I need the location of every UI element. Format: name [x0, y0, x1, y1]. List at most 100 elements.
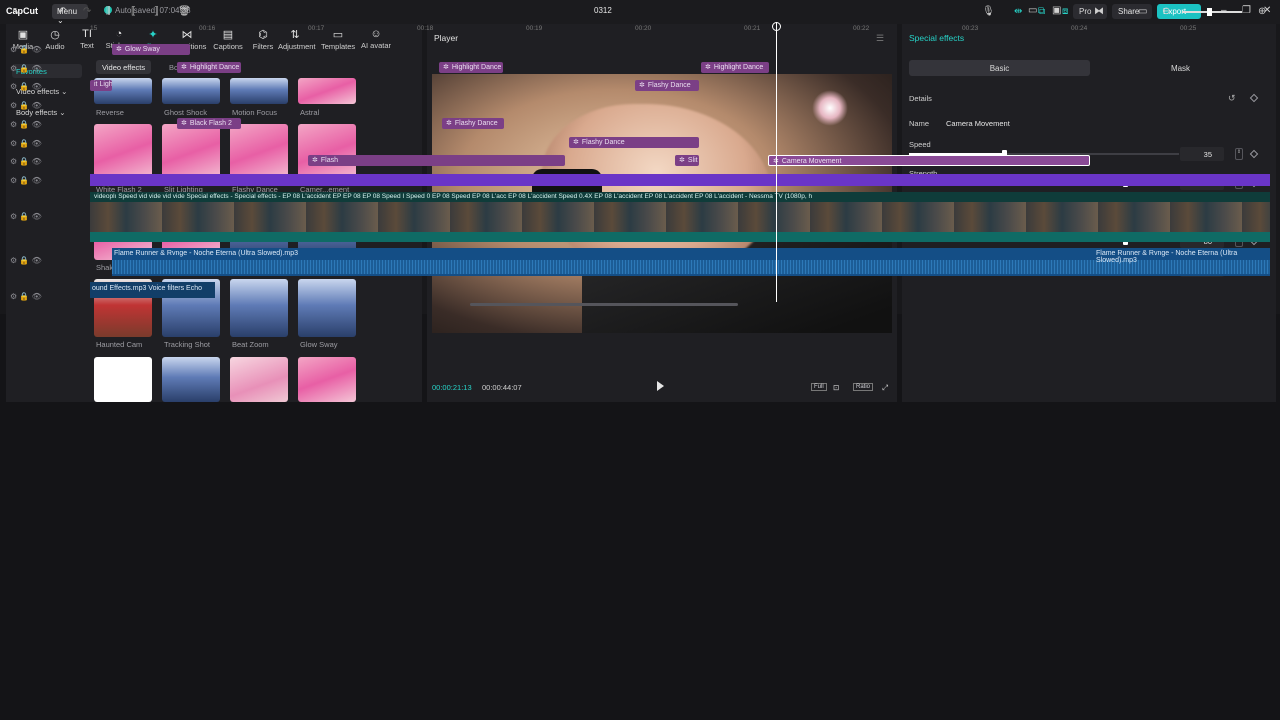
main-video-track[interactable]: videoplı Speed vid vide vid vide Special… [90, 192, 1270, 242]
track-control-icons[interactable]: ⚙ 🔒 👁 [10, 157, 42, 166]
effect-thumbnail[interactable] [94, 357, 152, 402]
ruler-tick: 00:23 [962, 25, 979, 32]
track-control-icons[interactable]: ⚙ 🔒 👁 [10, 45, 42, 54]
effect-clip[interactable]: it Ligh [90, 80, 112, 91]
playhead[interactable] [772, 22, 781, 302]
effect-thumbnail[interactable]: Ghost Shock [162, 78, 220, 117]
caption-icon[interactable]: ▭ [1138, 6, 1147, 17]
ruler-tick: 00:18 [417, 25, 434, 32]
tool-label: Text [80, 41, 94, 50]
track-control-icons[interactable]: ⚙ 🔒 👁 [10, 64, 42, 73]
tool-label: Captions [213, 42, 243, 51]
stepper-icon[interactable]: ⇕ [1235, 148, 1243, 160]
time-ruler[interactable]: 15 00:16 00:17 00:18 00:19 00:20 00:21 00:22 00:… [90, 22, 1280, 34]
details-heading: Details [909, 94, 932, 103]
ruler-tick: 00:24 [1071, 25, 1088, 32]
fullscreen-icon[interactable]: ⤢ [882, 383, 888, 393]
delete-icon[interactable]: 🗑 [178, 6, 191, 17]
ruler-tick: 00:17 [308, 25, 325, 32]
play-button[interactable] [657, 381, 664, 391]
effect-thumbnail[interactable]: Glow Sway [298, 279, 356, 349]
mic-icon[interactable]: 🎙 [982, 6, 995, 17]
effect-clip[interactable]: ✲ Highlight Dance [701, 62, 769, 73]
tab-video-effects[interactable]: Video effects [96, 60, 152, 74]
keyframe-icon[interactable] [1249, 149, 1259, 159]
track-control-icons[interactable]: ⚙ 🔒 👁 [10, 82, 42, 91]
effect-clip[interactable]: ✲ Flashy Dance [569, 137, 699, 148]
crop-icon[interactable]: ⊡ [833, 383, 839, 392]
screen-icon[interactable]: ▣ [1052, 5, 1061, 16]
track-control-icons[interactable]: ⚙ 🔒 👁 [10, 176, 42, 185]
ruler-tick: 00:25 [1180, 25, 1197, 32]
effect-thumbnail[interactable]: Astral [298, 78, 356, 117]
playhead-handle[interactable] [772, 22, 781, 31]
select-tool-icon[interactable]: ↖ [12, 6, 20, 17]
timeline-scrollbar[interactable] [470, 303, 738, 306]
project-title: 0312 [594, 6, 612, 15]
ruler-tick: 00:19 [526, 25, 543, 32]
magnet-icon[interactable]: ⧈ [1062, 6, 1068, 17]
tab-basic[interactable]: Basic [909, 60, 1090, 76]
maximize-icon[interactable]: ❐ [1242, 5, 1251, 16]
effect-clip-label: Flashy Dance [647, 82, 691, 89]
name-value: Camera Movement [946, 119, 1010, 128]
effect-label: Glow Sway [300, 340, 338, 349]
effect-clip[interactable]: ✲ Slit [675, 155, 699, 166]
snap-icon[interactable]: ⧉ [1038, 6, 1045, 17]
ratio-button[interactable]: Ratio [853, 383, 874, 391]
effect-thumbnail[interactable] [162, 357, 220, 402]
effect-clip-label: Flashy Dance [454, 120, 498, 127]
param-label: Speed [909, 140, 931, 149]
effect-clip[interactable]: ✲ Black Flash 2 [177, 118, 241, 129]
ruler-tick: 00:16 [199, 25, 216, 32]
reset-icon[interactable]: ↺ [1228, 93, 1236, 104]
effect-clip[interactable]: ✲Camera Movement [768, 155, 1090, 166]
effect-thumbnail[interactable] [298, 357, 356, 402]
undo-icon[interactable]: ↶ [58, 6, 66, 17]
track-control-icons[interactable]: ⚙ 🔒 👁 [10, 292, 42, 301]
layout-icon[interactable]: ▭ [1028, 5, 1037, 16]
effect-clip-label: it Ligh [94, 81, 112, 88]
effect-clip[interactable]: ✲ Flashy Dance [635, 80, 699, 91]
trim-left-icon[interactable]: ⟦ [131, 6, 136, 17]
track-control-icons[interactable]: ⚙ 🔒 👁 [10, 256, 42, 265]
audio-label-1: Flame Runner & Rvnge - Noche Eterna (Ult… [114, 250, 299, 257]
audio-label-2: Flame Runner & Rvnge - Noche Eterna (Ult… [1096, 250, 1238, 264]
track-control-icons[interactable]: ⚙ 🔒 👁 [10, 120, 42, 129]
audio-track[interactable]: Flame Runner & Rvnge - Noche Eterna (Ult… [112, 248, 1270, 276]
sound-effects-track[interactable]: ound Effects.mp3 Voice filters Echo [90, 282, 215, 298]
link-icon[interactable]: ⇹ [1014, 6, 1022, 17]
keyframe-icon[interactable] [1249, 93, 1259, 103]
ruler-tick: 00:20 [635, 25, 652, 32]
param-value[interactable]: 35 [1180, 147, 1224, 161]
tool-label: AI avatar [360, 41, 391, 50]
effect-thumbnail[interactable]: Beat Zoom [230, 279, 288, 349]
tool-audio[interactable]: ◷ Audio [38, 28, 72, 51]
full-button[interactable]: Full [811, 383, 827, 391]
effect-clip[interactable]: ✲ Highlight Dance [177, 62, 241, 73]
effect-clip[interactable]: ✲ Highlight Dance [439, 62, 503, 73]
effect-clip-label: Flashy Dance [581, 139, 625, 146]
player-menu-icon[interactable]: ☰ [876, 33, 884, 44]
zoom-in-icon[interactable]: ⊕ [1258, 6, 1266, 17]
ruler-tick: 15 [90, 25, 98, 32]
zoom-slider[interactable] [1182, 8, 1242, 16]
effect-thumbnail[interactable]: Motion Focus [230, 78, 288, 117]
track-control-icons[interactable]: ⚙ 🔒 👁 [10, 212, 42, 221]
effect-clip[interactable]: ✲ Flashy Dance [442, 118, 504, 129]
effect-clip[interactable]: ✲ Glow Sway [112, 44, 190, 55]
redo-icon[interactable]: ↷ [83, 6, 91, 17]
effect-thumbnail[interactable] [230, 357, 288, 402]
split-icon[interactable]: ⫼ [106, 6, 111, 17]
zoom-out-icon[interactable]: ⊖ [1162, 6, 1170, 17]
adjustment-track[interactable] [90, 174, 1270, 186]
preview-axis-icon[interactable]: ⧓ [1094, 6, 1104, 17]
track-control-icons[interactable]: ⚙ 🔒 👁 [10, 101, 42, 110]
track-control-icons[interactable]: ⚙ 🔒 👁 [10, 139, 42, 148]
effect-clip-icon: ✲ [312, 157, 318, 164]
effect-clip[interactable]: ✲ Flash [308, 155, 565, 166]
trim-right-icon[interactable]: ⟧ [154, 6, 159, 17]
total-time: 00:00:44:07 [482, 383, 522, 392]
zoom-knob[interactable] [1207, 8, 1212, 16]
tab-mask[interactable]: Mask [1090, 60, 1271, 76]
